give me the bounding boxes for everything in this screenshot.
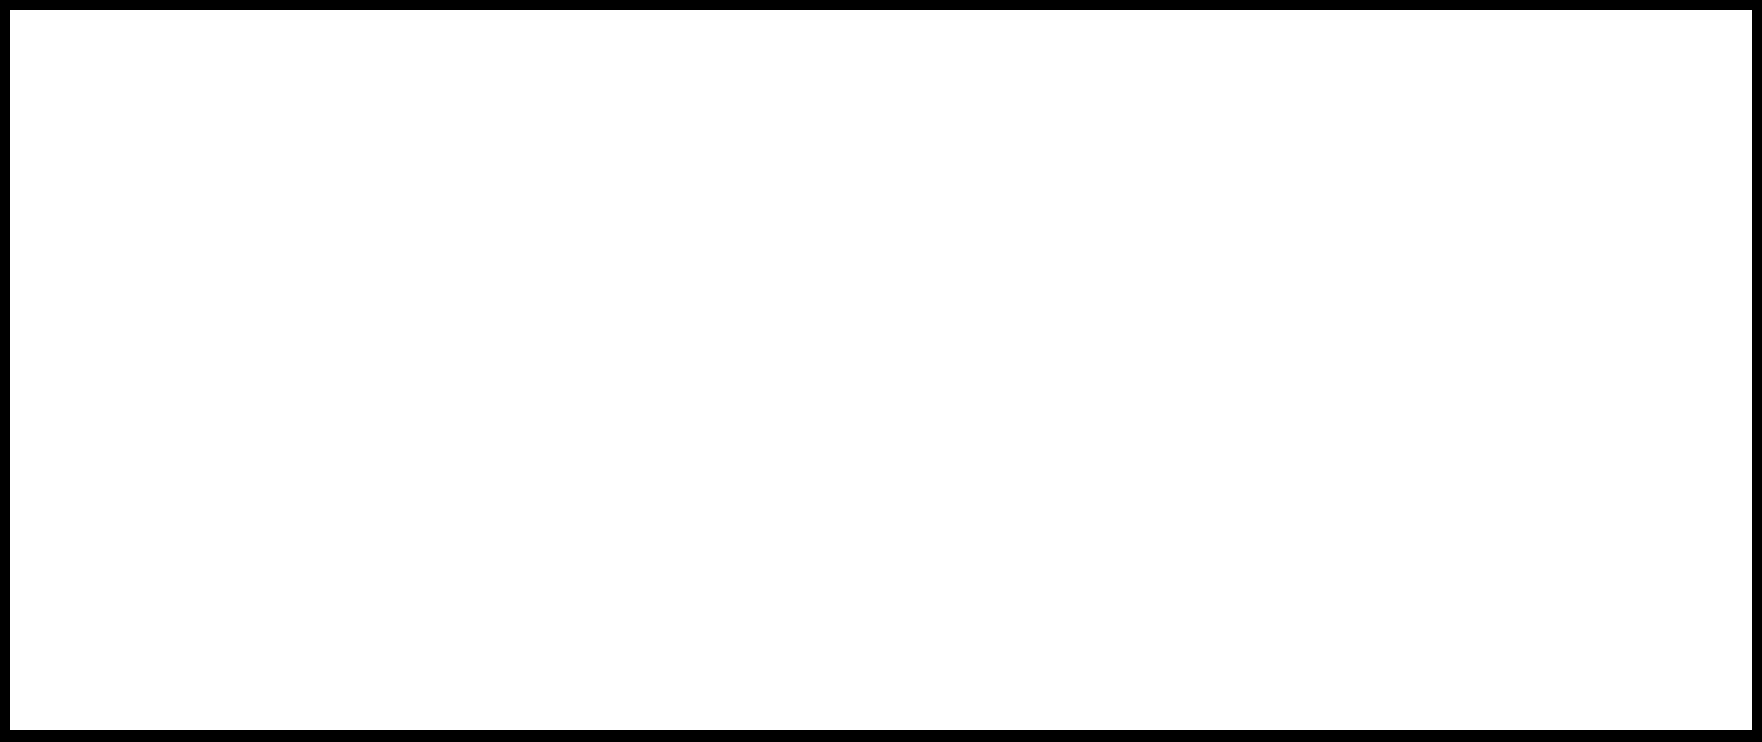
version-tree: [10, 10, 1752, 730]
